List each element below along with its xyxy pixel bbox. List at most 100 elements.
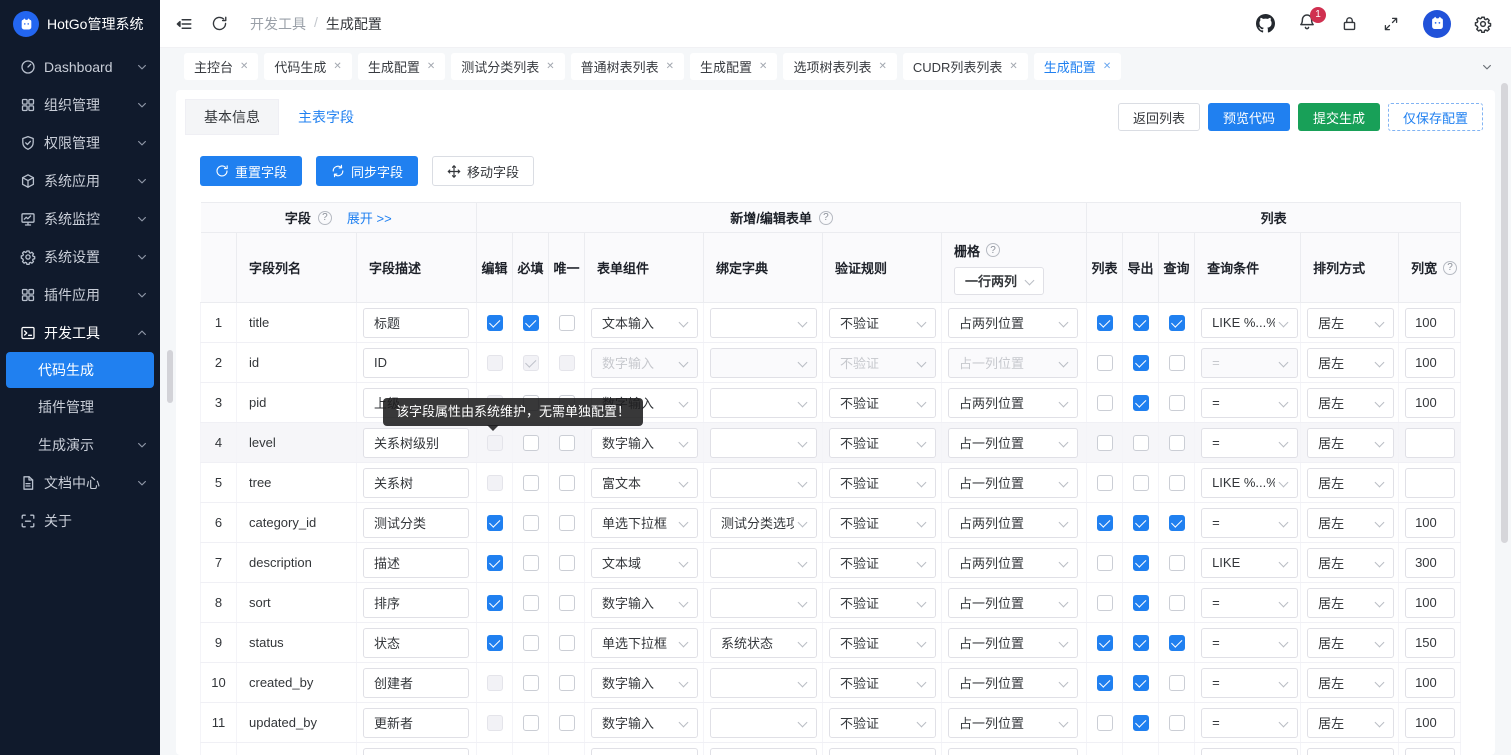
align-select[interactable]: 居左 (1307, 428, 1394, 458)
align-select[interactable]: 居左 (1307, 708, 1394, 738)
column-width-input[interactable] (1405, 508, 1455, 538)
tab-basic-info[interactable]: 基本信息 (185, 99, 279, 135)
query-condition-select[interactable]: LIKE %...% (1201, 468, 1298, 498)
component-select[interactable]: 数字输入 (591, 428, 698, 458)
field-desc-input[interactable] (363, 588, 469, 618)
align-select[interactable]: 居左 (1307, 468, 1394, 498)
validation-select[interactable]: 不验证 (829, 468, 936, 498)
align-select[interactable]: 居左 (1307, 348, 1394, 378)
unique-checkbox[interactable] (559, 595, 575, 611)
required-checkbox[interactable] (523, 435, 539, 451)
list-checkbox[interactable] (1097, 595, 1113, 611)
page-tab-0[interactable]: 主控台✕ (184, 53, 258, 80)
grid-select[interactable]: 占两列位置 (948, 388, 1078, 418)
help-icon[interactable]: ? (1443, 261, 1457, 275)
component-select[interactable]: 数字输入 (591, 668, 698, 698)
query-condition-select[interactable]: LIKE (1201, 548, 1298, 578)
grid-select[interactable]: 占一列位置 (948, 428, 1078, 458)
sidebar-scrollbar-thumb[interactable] (167, 350, 173, 403)
close-icon[interactable]: ✕ (878, 61, 886, 72)
grid-select[interactable]: 占一列位置 (948, 468, 1078, 498)
page-tab-8[interactable]: 生成配置✕ (1034, 53, 1121, 80)
scrollbar-thumb-vertical[interactable] (1501, 83, 1508, 543)
export-checkbox[interactable] (1133, 675, 1149, 691)
required-checkbox[interactable] (523, 355, 539, 371)
dict-select[interactable] (710, 348, 817, 378)
sidebar-item-addons-manage[interactable]: 插件管理 (0, 388, 160, 426)
page-tab-2[interactable]: 生成配置✕ (358, 53, 445, 80)
edit-checkbox[interactable] (487, 595, 503, 611)
component-select[interactable]: 文本域 (591, 548, 698, 578)
unique-checkbox[interactable] (559, 515, 575, 531)
help-icon[interactable]: ? (318, 211, 332, 225)
preview-code-button[interactable]: 预览代码 (1208, 103, 1290, 131)
validation-select[interactable]: 不验证 (829, 388, 936, 418)
unique-checkbox[interactable] (559, 435, 575, 451)
column-width-input[interactable] (1405, 708, 1455, 738)
export-checkbox[interactable] (1133, 555, 1149, 571)
export-checkbox[interactable] (1133, 315, 1149, 331)
submit-generate-button[interactable]: 提交生成 (1298, 103, 1380, 131)
sidebar-item-monitor[interactable]: 系统监控 (0, 200, 160, 238)
unique-checkbox[interactable] (559, 315, 575, 331)
column-width-input[interactable] (1405, 428, 1455, 458)
column-width-input[interactable] (1405, 468, 1455, 498)
edit-checkbox[interactable] (487, 435, 503, 451)
column-width-input[interactable] (1405, 628, 1455, 658)
page-tab-6[interactable]: 选项树表列表✕ (783, 53, 896, 80)
close-icon[interactable]: ✕ (1103, 61, 1111, 72)
column-width-input[interactable] (1405, 668, 1455, 698)
page-tab-7[interactable]: CUDR列表列表✕ (903, 53, 1028, 80)
required-checkbox[interactable] (523, 475, 539, 491)
list-checkbox[interactable] (1097, 435, 1113, 451)
grid-select[interactable]: 占两列位置 (948, 308, 1078, 338)
edit-checkbox[interactable] (487, 555, 503, 571)
query-checkbox[interactable] (1169, 315, 1185, 331)
sidebar-item-about[interactable]: 关于 (0, 502, 160, 540)
unique-checkbox[interactable] (559, 555, 575, 571)
validation-select[interactable]: 不验证 (829, 588, 936, 618)
query-condition-select[interactable]: = (1201, 708, 1298, 738)
sidebar-item-org[interactable]: 组织管理 (0, 86, 160, 124)
validation-select[interactable]: 不验证 (829, 628, 936, 658)
edit-checkbox[interactable] (487, 635, 503, 651)
dict-select[interactable] (710, 708, 817, 738)
settings-gear-icon[interactable] (1473, 14, 1493, 34)
dict-select[interactable] (710, 468, 817, 498)
dict-select[interactable] (710, 548, 817, 578)
app-logo[interactable]: HotGo管理系统 (0, 0, 160, 48)
close-icon[interactable]: ✕ (427, 61, 435, 72)
grid-select[interactable] (948, 748, 1078, 755)
align-select[interactable]: 居左 (1307, 388, 1394, 418)
query-checkbox[interactable] (1169, 515, 1185, 531)
export-checkbox[interactable] (1133, 435, 1149, 451)
component-select[interactable]: 富文本 (591, 468, 698, 498)
component-select[interactable]: 数字输入 (591, 708, 698, 738)
export-checkbox[interactable] (1133, 715, 1149, 731)
edit-checkbox[interactable] (487, 515, 503, 531)
export-checkbox[interactable] (1133, 595, 1149, 611)
tab-main-fields[interactable]: 主表字段 (279, 99, 373, 135)
grid-layout-select[interactable]: 一行两列 (954, 267, 1044, 295)
list-checkbox[interactable] (1097, 675, 1113, 691)
required-checkbox[interactable] (523, 715, 539, 731)
help-icon[interactable]: ? (986, 243, 1000, 257)
validation-select[interactable]: 不验证 (829, 708, 936, 738)
align-select[interactable]: 居左 (1307, 588, 1394, 618)
align-select[interactable]: 居左 (1307, 628, 1394, 658)
sidebar-item-apps[interactable]: 系统应用 (0, 162, 160, 200)
field-desc-input[interactable] (363, 548, 469, 578)
dict-select[interactable] (710, 388, 817, 418)
query-condition-select[interactable]: = (1201, 668, 1298, 698)
validation-select[interactable]: 不验证 (829, 508, 936, 538)
page-tab-5[interactable]: 生成配置✕ (690, 53, 777, 80)
unique-checkbox[interactable] (559, 635, 575, 651)
component-select[interactable]: 数字输入 (591, 348, 698, 378)
align-select[interactable]: 居左 (1307, 548, 1394, 578)
validation-select[interactable]: 不验证 (829, 308, 936, 338)
dict-select[interactable] (710, 748, 817, 755)
query-checkbox[interactable] (1169, 595, 1185, 611)
query-condition-select[interactable]: LIKE %...% (1201, 308, 1298, 338)
field-desc-input[interactable] (363, 348, 469, 378)
dict-select[interactable]: 测试分类选项 (710, 508, 817, 538)
